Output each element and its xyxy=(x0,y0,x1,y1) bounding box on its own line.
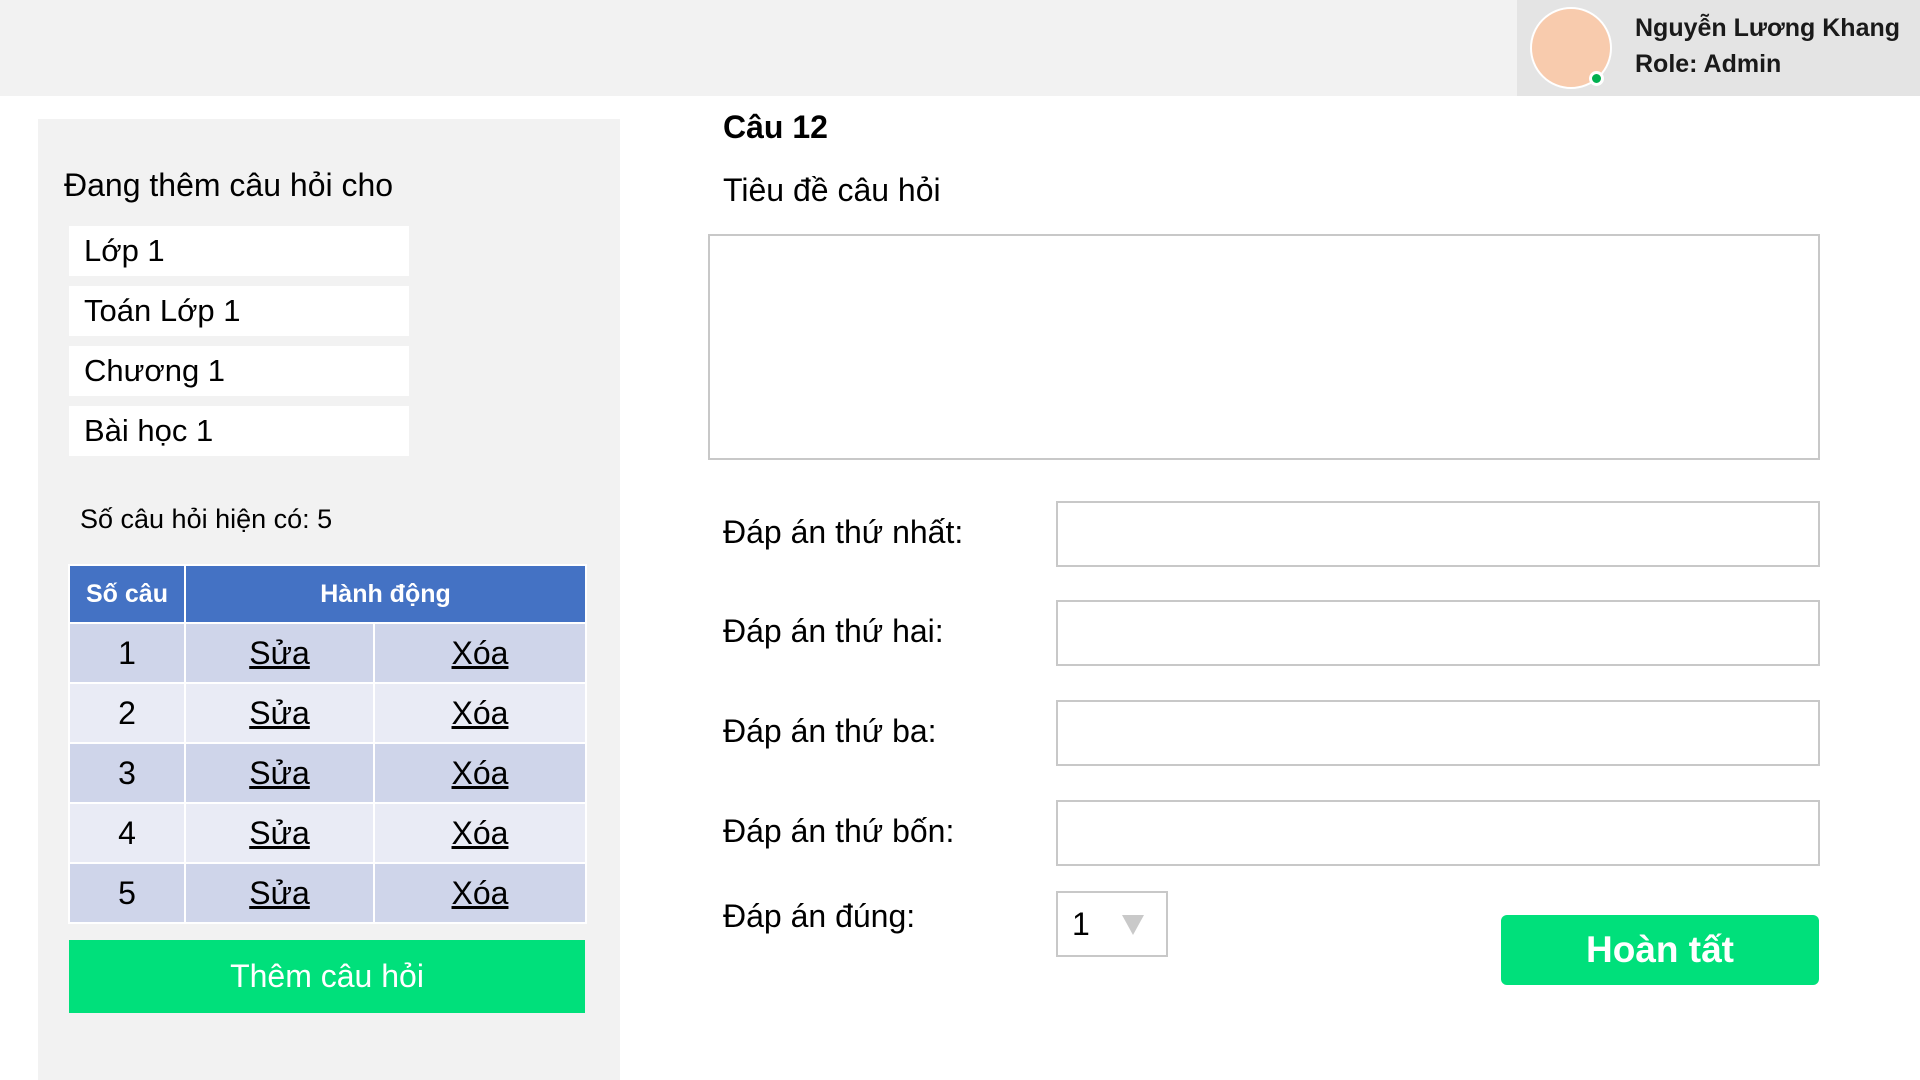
context-heading: Đang thêm câu hỏi cho xyxy=(64,167,394,203)
context-chapter: Chương 1 xyxy=(69,346,409,396)
question-title-input[interactable] xyxy=(708,234,1820,460)
finish-button[interactable]: Hoàn tất xyxy=(1501,915,1819,985)
column-header-actions: Hành động xyxy=(184,564,587,624)
delete-link[interactable]: Xóa xyxy=(452,635,509,671)
edit-link[interactable]: Sửa xyxy=(249,695,310,731)
table-row: 1 Sửa Xóa xyxy=(68,622,587,684)
top-bar: Nguyễn Lương Khang Role: Admin xyxy=(0,0,1920,96)
correct-answer-label: Đáp án đúng: xyxy=(723,898,916,934)
online-status-icon xyxy=(1589,71,1604,86)
table-row: 4 Sửa Xóa xyxy=(68,802,587,864)
answer-2-label: Đáp án thứ hai: xyxy=(723,613,944,649)
context-lesson: Bài học 1 xyxy=(69,406,409,456)
question-number-cell: 4 xyxy=(68,802,186,864)
edit-link[interactable]: Sửa xyxy=(249,815,310,851)
correct-answer-value: 1 xyxy=(1072,906,1090,942)
delete-link[interactable]: Xóa xyxy=(452,815,509,851)
answer-1-label: Đáp án thứ nhất: xyxy=(723,514,964,550)
delete-link[interactable]: Xóa xyxy=(452,875,509,911)
question-number: Câu 12 xyxy=(723,109,828,145)
question-count: Số câu hỏi hiện có: 5 xyxy=(80,504,333,534)
answer-3-input[interactable] xyxy=(1056,700,1820,766)
answer-1-input[interactable] xyxy=(1056,501,1820,567)
add-question-button[interactable]: Thêm câu hỏi xyxy=(69,940,585,1013)
user-name: Nguyễn Lương Khang xyxy=(1635,14,1901,42)
edit-link[interactable]: Sửa xyxy=(249,755,310,791)
edit-link[interactable]: Sửa xyxy=(249,635,310,671)
question-table: Số câu Hành động 1 Sửa Xóa 2 Sửa Xóa 3 S… xyxy=(68,564,587,924)
table-row: 3 Sửa Xóa xyxy=(68,742,587,804)
answer-4-input[interactable] xyxy=(1056,800,1820,866)
edit-link[interactable]: Sửa xyxy=(249,875,310,911)
table-row: 5 Sửa Xóa xyxy=(68,862,587,924)
dropdown-arrow-icon xyxy=(1122,915,1144,935)
delete-link[interactable]: Xóa xyxy=(452,755,509,791)
question-number-cell: 1 xyxy=(68,622,186,684)
left-panel: Đang thêm câu hỏi cho Lớp 1 Toán Lớp 1 C… xyxy=(38,119,620,1080)
answer-3-label: Đáp án thứ ba: xyxy=(723,713,937,749)
table-row: 2 Sửa Xóa xyxy=(68,682,587,744)
question-number-cell: 5 xyxy=(68,862,186,924)
context-subject: Toán Lớp 1 xyxy=(69,286,409,336)
question-number-cell: 3 xyxy=(68,742,186,804)
user-role: Role: Admin xyxy=(1635,50,1782,78)
correct-answer-select[interactable]: 1 xyxy=(1056,891,1168,957)
answer-4-label: Đáp án thứ bốn: xyxy=(723,813,955,849)
question-title-label: Tiêu đề câu hỏi xyxy=(723,172,941,208)
delete-link[interactable]: Xóa xyxy=(452,695,509,731)
user-profile[interactable]: Nguyễn Lương Khang Role: Admin xyxy=(1517,0,1920,96)
question-number-cell: 2 xyxy=(68,682,186,744)
context-class: Lớp 1 xyxy=(69,226,409,276)
answer-2-input[interactable] xyxy=(1056,600,1820,666)
column-header-number: Số câu xyxy=(68,564,186,624)
